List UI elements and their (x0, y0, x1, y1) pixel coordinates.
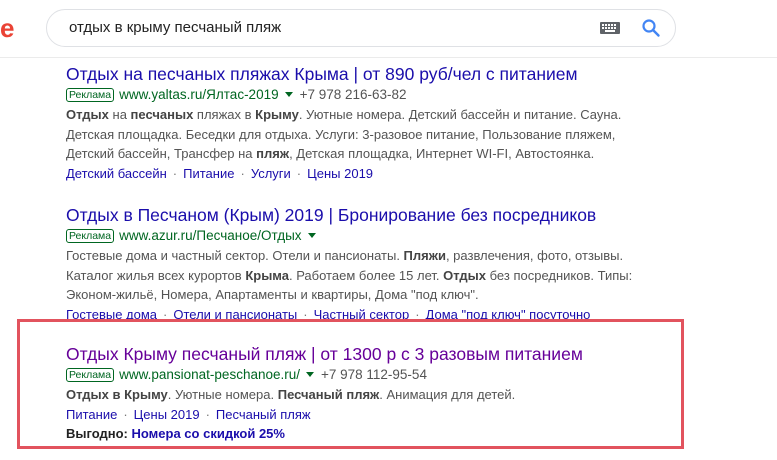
sitelinks: Питание · Цены 2019 · Песчаный пляж (66, 405, 686, 424)
snippet-keyword: пляж (256, 146, 290, 161)
snippet-keyword: Крыму (255, 107, 299, 122)
google-logo[interactable]: e (0, 13, 14, 44)
search-icon[interactable] (641, 18, 661, 38)
search-box[interactable] (46, 9, 676, 47)
snippet-text: Гостевые дома и частный сектор. Отели и … (66, 248, 404, 263)
result-title[interactable]: Отдых на песчаных пляжах Крыма | от 890 … (66, 63, 686, 85)
header-divider (0, 57, 777, 58)
snippet-text: Эконом-жильё, Номера, Апартаменты и квар… (66, 287, 479, 302)
sitelink[interactable]: Услуги (251, 166, 291, 181)
ad-badge: Реклама (66, 368, 115, 382)
snippet-line: Каталог жилья всех курортов Крыма. Работ… (66, 266, 686, 286)
ad-badge: Реклама (66, 88, 115, 102)
search-input[interactable] (67, 18, 571, 37)
snippet-text: Детский бассейн, Трансфер на (66, 146, 257, 161)
snippet-keyword: Крыма (245, 267, 289, 283)
result-snippet: Гостевые дома и частный сектор. Отели и … (66, 246, 686, 305)
sitelink-separator: · (172, 165, 178, 181)
sitelink-separator: · (123, 406, 128, 422)
sitelink[interactable]: Детский бассейн (66, 166, 167, 181)
promo-link[interactable]: Номера со скидкой 25% (132, 426, 285, 441)
sitelink[interactable]: Песчаный пляж (216, 407, 311, 422)
sitelink[interactable]: Цены 2019 (307, 166, 373, 181)
sitelink[interactable]: Питание (66, 407, 117, 422)
snippet-line: Детский бассейн, Трансфер на пляж, Детск… (66, 144, 686, 164)
snippet-text: . Работаем более 15 лет. (288, 267, 444, 283)
sitelink-separator: · (296, 165, 302, 181)
snippet-line: Отдых в Крыму. Уютные номера. Песчаный п… (66, 385, 686, 405)
snippet-text: , Детская площадка, Интернет WI-FI, Авто… (289, 146, 595, 161)
snippet-keyword: Отдых в Крыму (66, 387, 168, 402)
phone-number[interactable]: +7 978 216-63-82 (300, 87, 407, 102)
snippet-line: Отдых на песчаных пляжах в Крыму. Уютные… (66, 105, 686, 125)
snippet-text: . Уютные номера. Детский бассейн и питан… (298, 107, 622, 122)
result-url-line: Реклама www.yaltas.ru/Ялтас-2019 +7 978 21… (66, 85, 686, 105)
snippet-keyword: Пляжи (403, 248, 446, 263)
snippet-text: Каталог жилья всех курортов (66, 267, 246, 283)
snippet-keyword: песчаных (130, 107, 194, 122)
snippet-text: без посредников. Типы: (486, 267, 633, 283)
snippet-text: пляжах в (193, 107, 256, 122)
snippet-line: Эконом-жильё, Номера, Апартаменты и квар… (66, 285, 686, 305)
snippet-text: , развлечения, фото, отзывы. (445, 248, 624, 263)
display-url[interactable]: www.azur.ru/Песчаное/Отдых (119, 228, 301, 243)
keyboard-icon[interactable] (600, 22, 620, 34)
sitelink-separator: · (240, 165, 245, 181)
ad-result-3: Отдых Крыму песчаный пляж | от 1300 р с … (66, 343, 686, 444)
result-title[interactable]: Отдых Крыму песчаный пляж | от 1300 р с … (66, 343, 686, 365)
phone-number[interactable]: +7 978 112-95-54 (321, 367, 427, 382)
display-url[interactable]: www.yaltas.ru/Ялтас-2019 (119, 87, 278, 102)
chevron-down-icon[interactable] (305, 372, 314, 378)
promo-label: Выгодно: (66, 425, 128, 441)
sitelink-separator: · (205, 406, 210, 422)
ad-result-1: Отдых на песчаных пляжах Крыма | от 890 … (66, 63, 686, 183)
snippet-text: . Уютные номера. (167, 387, 278, 402)
result-snippet: Отдых на песчаных пляжах в Крыму. Уютные… (66, 105, 686, 164)
result-url-line: Реклама www.azur.ru/Песчаное/Отдых (66, 226, 686, 246)
snippet-line: Детская площадка. Беседки для отдыха. Ус… (66, 125, 686, 145)
ad-badge: Реклама (66, 229, 115, 243)
result-title[interactable]: Отдых в Песчаном (Крым) 2019 | Бронирова… (66, 204, 686, 226)
snippet-keyword: Отдых (66, 107, 109, 122)
snippet-text: Детская площадка. Беседки для отдыха. Ус… (66, 126, 616, 142)
snippet-line: Гостевые дома и частный сектор. Отели и … (66, 246, 686, 266)
sitelink[interactable]: Питание (183, 166, 234, 181)
snippet-text: на (108, 107, 131, 122)
snippet-keyword: Песчаный пляж (277, 387, 380, 402)
result-snippet: Отдых в Крыму. Уютные номера. Песчаный п… (66, 385, 686, 405)
result-url-line: Реклама www.pansionat-peschanoe.ru/ +7 978… (66, 365, 686, 385)
snippet-text: . Анимация для детей. (379, 387, 516, 402)
chevron-down-icon[interactable] (307, 233, 316, 239)
display-url[interactable]: www.pansionat-peschanoe.ru/ (119, 367, 300, 382)
snippet-keyword: Отдых (443, 267, 487, 283)
ad-result-2: Отдых в Песчаном (Крым) 2019 | Бронирова… (66, 204, 686, 324)
promo-line: Выгодно: Номера со скидкой 25% (66, 424, 686, 444)
chevron-down-icon[interactable] (284, 92, 293, 98)
sitelinks: Детский бассейн · Питание · Услуги · Цены 2019 (66, 164, 686, 183)
sitelink[interactable]: Цены 2019 (134, 407, 200, 422)
